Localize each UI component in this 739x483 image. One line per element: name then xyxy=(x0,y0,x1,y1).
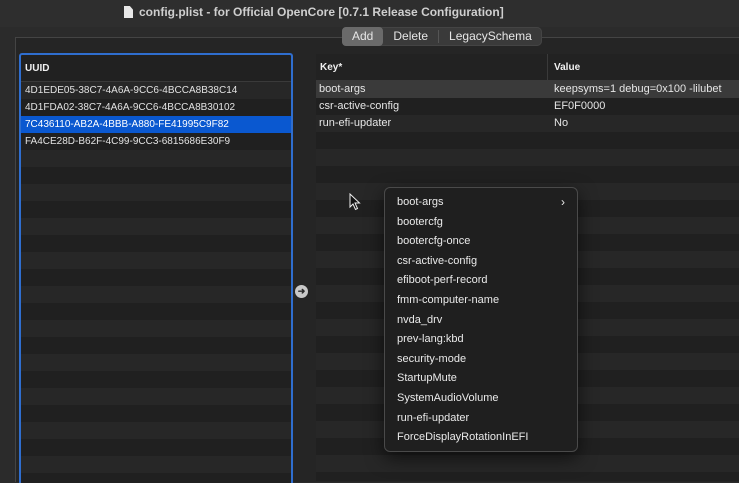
menu-item-label: ForceDisplayRotationInEFI xyxy=(397,431,529,444)
key-cell[interactable]: csr-active-config xyxy=(316,98,548,115)
menu-item-systemaudiovolume[interactable]: SystemAudioVolume xyxy=(385,389,577,409)
value-cell[interactable]: No xyxy=(548,115,568,132)
empty-row xyxy=(21,235,291,252)
empty-row xyxy=(21,150,291,167)
menu-item-label: bootercfg-once xyxy=(397,235,471,248)
empty-row xyxy=(21,388,291,405)
table-row[interactable]: run-efi-updater No xyxy=(316,115,739,132)
empty-row xyxy=(21,303,291,320)
empty-row xyxy=(21,252,291,269)
mouse-pointer-icon xyxy=(349,193,361,211)
menu-item-label: bootercfg xyxy=(397,215,443,228)
menu-item-label: SystemAudioVolume xyxy=(397,391,499,404)
menu-item-label: nvda_drv xyxy=(397,313,443,326)
menu-item-run-efi-updater[interactable]: run-efi-updater xyxy=(385,409,577,429)
menu-item-security-mode[interactable]: security-mode xyxy=(385,350,577,370)
menu-item-label: fmm-computer-name xyxy=(397,293,500,306)
menu-item-boot-args[interactable]: boot-args › xyxy=(385,193,577,213)
empty-row xyxy=(21,320,291,337)
empty-row xyxy=(316,132,739,149)
menu-item-label: boot-args xyxy=(397,196,444,208)
menu-item-forcedisplayrotationinefi[interactable]: ForceDisplayRotationInEFI xyxy=(385,428,577,448)
table-row[interactable]: csr-active-config EF0F0000 xyxy=(316,98,739,115)
empty-row xyxy=(316,472,739,481)
empty-row xyxy=(21,354,291,371)
document-icon xyxy=(124,6,133,18)
empty-row xyxy=(21,218,291,235)
menu-item-fmm-computer-name[interactable]: fmm-computer-name xyxy=(385,291,577,311)
arrow-right-circle-icon[interactable]: ➜ xyxy=(295,285,308,298)
table-row[interactable]: 4D1EDE05-38C7-4A6A-9CC6-4BCCA8B38C14 xyxy=(21,82,291,99)
table-row[interactable]: FA4CE28D-B62F-4C99-9CC3-6815686E30F9 xyxy=(21,133,291,150)
empty-row xyxy=(21,184,291,201)
menu-item-startupmute[interactable]: StartupMute xyxy=(385,369,577,389)
menu-item-prev-lang-kbd[interactable]: prev-lang:kbd xyxy=(385,330,577,350)
menu-item-label: run-efi-updater xyxy=(397,411,470,424)
empty-row xyxy=(21,473,291,483)
key-cell[interactable]: run-efi-updater xyxy=(316,115,548,132)
empty-row xyxy=(21,371,291,388)
empty-row xyxy=(21,167,291,184)
menu-item-label: StartupMute xyxy=(397,372,457,385)
empty-row xyxy=(21,201,291,218)
tab-legacyschema[interactable]: LegacySchema xyxy=(439,27,542,46)
menu-item-efiboot-perf-record[interactable]: efiboot-perf-record xyxy=(385,271,577,291)
empty-row xyxy=(316,166,739,183)
tab-delete[interactable]: Delete xyxy=(383,27,438,46)
empty-row xyxy=(21,269,291,286)
menu-item-csr-active-config[interactable]: csr-active-config xyxy=(385,252,577,272)
key-cell[interactable]: boot-args xyxy=(316,81,548,98)
empty-row xyxy=(316,149,739,166)
empty-row xyxy=(21,286,291,303)
uuid-column-header[interactable]: UUID xyxy=(21,63,49,74)
menu-item-bootercfg-once[interactable]: bootercfg-once xyxy=(385,232,577,252)
empty-row xyxy=(316,455,739,472)
menu-item-nvda-drv[interactable]: nvda_drv xyxy=(385,311,577,331)
empty-row xyxy=(21,405,291,422)
window-title-text: config.plist - for Official OpenCore [0.… xyxy=(139,5,504,19)
tab-add[interactable]: Add xyxy=(342,27,384,46)
context-menu: boot-args › bootercfg bootercfg-once csr-act… xyxy=(384,187,578,452)
menu-item-bootercfg[interactable]: bootercfg xyxy=(385,213,577,233)
table-row[interactable]: boot-args keepsyms=1 debug=0x100 -lilubet xyxy=(316,81,739,98)
menu-item-label: csr-active-config xyxy=(397,254,478,267)
menu-item-label: prev-lang:kbd xyxy=(397,333,464,346)
window-title: config.plist - for Official OpenCore [0.… xyxy=(124,5,504,19)
uuid-table-header[interactable]: UUID xyxy=(21,55,291,82)
empty-row xyxy=(21,456,291,473)
uuid-rows: 4D1EDE05-38C7-4A6A-9CC6-4BCCA8B38C14 4D1F… xyxy=(21,82,291,483)
value-cell[interactable]: keepsyms=1 debug=0x100 -lilubet xyxy=(548,81,722,98)
value-column-header[interactable]: Value xyxy=(548,62,580,73)
empty-row xyxy=(21,439,291,456)
table-row[interactable]: 7C436110-AB2A-4BBB-A880-FE41995C9F82 xyxy=(21,116,291,133)
segmented-control: Add Delete LegacySchema xyxy=(342,27,542,46)
title-bar: config.plist - for Official OpenCore [0.… xyxy=(0,0,739,27)
uuid-table[interactable]: UUID 4D1EDE05-38C7-4A6A-9CC6-4BCCA8B38C1… xyxy=(19,53,293,483)
menu-item-label: efiboot-perf-record xyxy=(397,274,488,287)
kv-table-header: Key* Value xyxy=(316,54,739,81)
empty-row xyxy=(21,422,291,439)
menu-item-label: security-mode xyxy=(397,352,467,365)
table-row[interactable]: 4D1FDA02-38C7-4A6A-9CC6-4BCCA8B30102 xyxy=(21,99,291,116)
value-cell[interactable]: EF0F0000 xyxy=(548,98,605,115)
key-column-header[interactable]: Key* xyxy=(316,54,548,80)
empty-row xyxy=(21,337,291,354)
chevron-right-icon: › xyxy=(561,195,565,209)
